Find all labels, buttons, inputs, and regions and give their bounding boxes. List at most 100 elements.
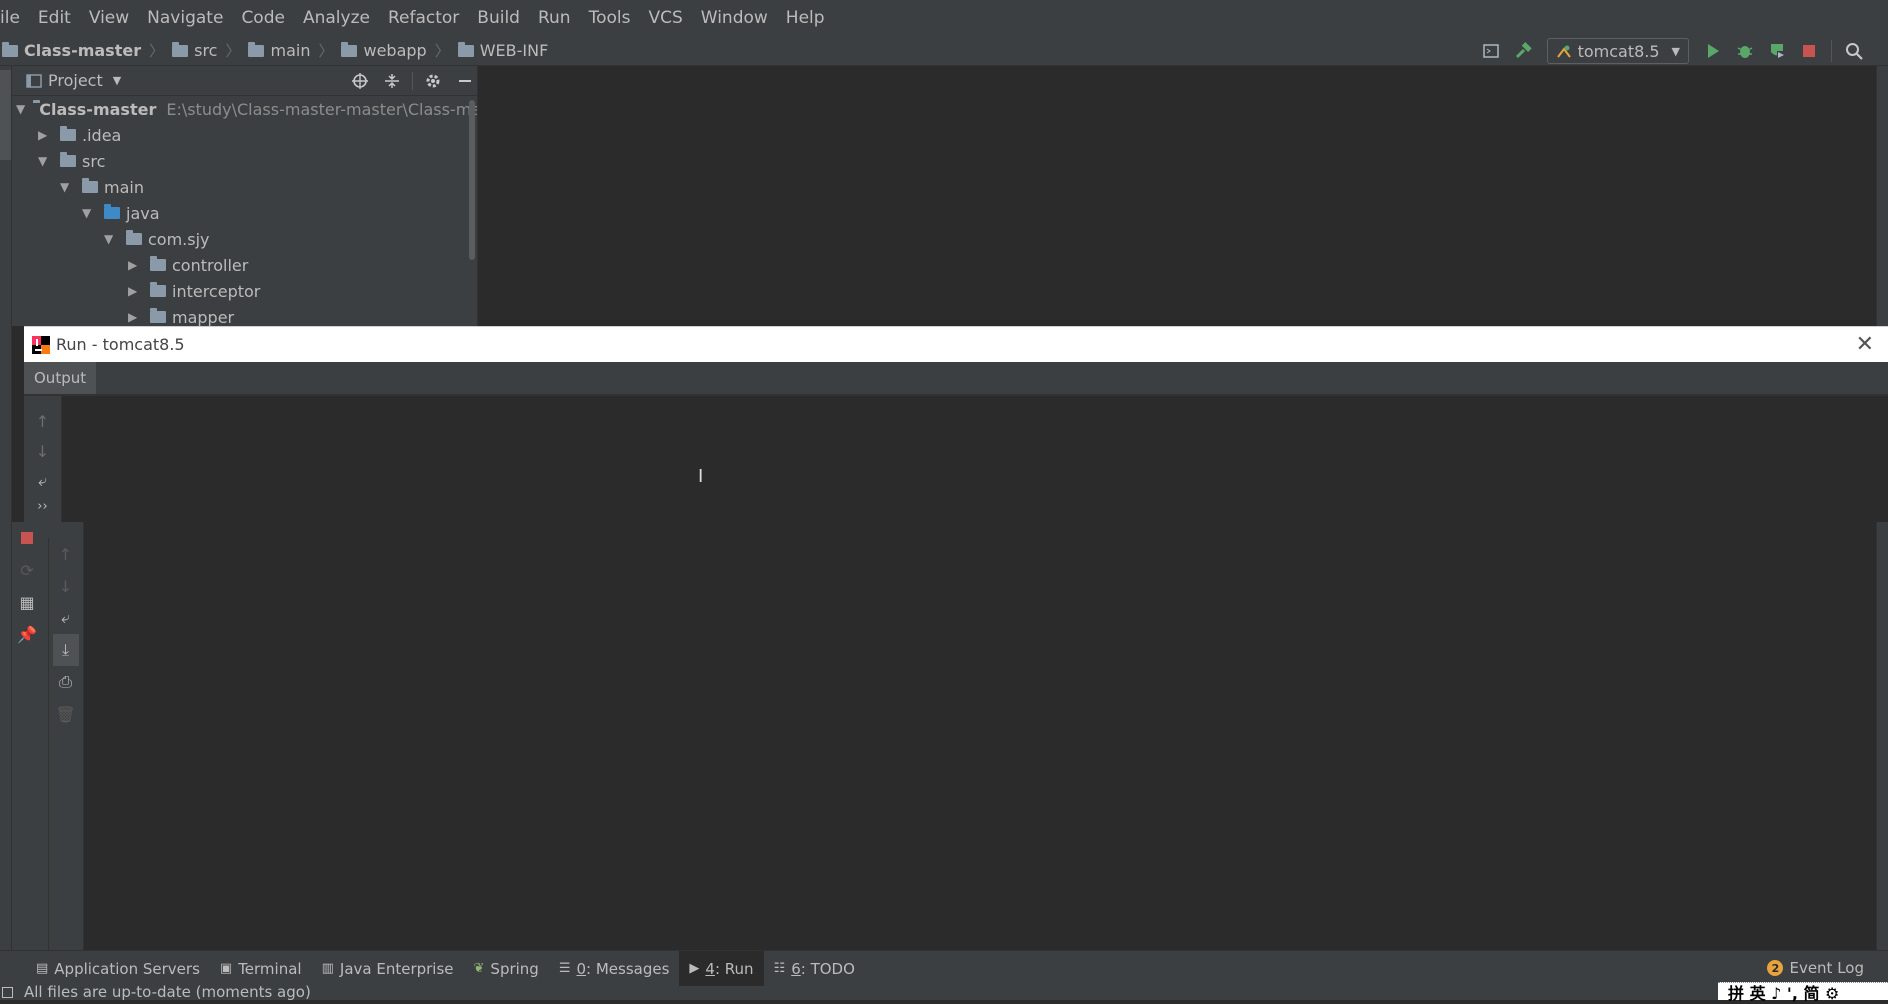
folder-icon [60,126,76,141]
breadcrumb-item-src[interactable]: src [172,41,217,60]
run-configuration-select[interactable]: tomcat8.5 ▼ [1546,38,1689,64]
stop-icon[interactable] [1798,40,1820,62]
menu-file[interactable]: ile [0,8,20,28]
tab-terminal[interactable]: ▣ Terminal [210,951,312,986]
tab-run[interactable]: ▶ 4: Run [679,951,764,986]
expand-arrow-icon[interactable]: ▼ [38,154,52,168]
close-icon[interactable]: ✕ [1856,332,1874,357]
expand-arrow-icon[interactable]: ▼ [60,180,74,194]
scroll-to-end-icon[interactable]: ⤓ [52,634,79,666]
more-icon[interactable]: ›› [37,496,47,516]
tab-messages[interactable]: ☰ 0: Messages [549,951,680,986]
todo-list-icon: ☷ [773,961,786,976]
menu-code[interactable]: Code [241,8,285,28]
arrow-up-icon[interactable]: ↑ [36,406,49,436]
messages-icon: ☰ [558,961,571,976]
menu-build[interactable]: Build [477,8,520,28]
package-icon [150,256,166,271]
database-tool-button[interactable] [1877,72,1888,162]
rerun-icon[interactable]: ⟳ [20,554,33,586]
tree-scrollbar[interactable] [469,100,475,260]
tab-java-enterprise[interactable]: ▥ Java Enterprise [312,951,464,986]
tab-application-servers[interactable]: ▤ Application Servers [26,951,210,986]
trash-icon[interactable]: 🗑 [55,698,75,730]
project-panel-actions [344,70,481,92]
menu-vcs[interactable]: VCS [648,8,682,28]
project-panel-title[interactable]: Project [48,71,103,90]
tab-output[interactable]: Output [24,362,97,394]
tree-item-com-sjy[interactable]: ▼ com.sjy [12,226,477,252]
run-window: Run - tomcat8.5 ✕ Output ↑ ↓ ⤶ ›› I [24,326,1888,522]
tree-item-idea[interactable]: ▶ .idea [12,122,477,148]
chevron-down-icon[interactable]: ▼ [113,74,121,87]
expand-arrow-icon[interactable]: ▼ [104,232,118,246]
breadcrumb-item-webapp[interactable]: webapp [341,41,427,60]
search-icon[interactable] [1843,40,1865,62]
tree-item-src[interactable]: ▼ src [12,148,477,174]
tree-item-java[interactable]: ▼ java [12,200,477,226]
editor-area[interactable] [478,66,1876,326]
expand-arrow-icon[interactable]: ▶ [128,258,142,272]
run-anything-icon[interactable] [1480,40,1502,62]
debug-icon[interactable] [1734,40,1756,62]
project-path: E:\study\Class-master-master\Class-maste… [166,99,477,119]
soft-wrap-icon[interactable]: ⤶ [38,466,47,496]
tab-todo[interactable]: ☷ 6: TODO [764,951,865,986]
soft-wrap-icon[interactable]: ⤶ [61,602,70,634]
project-tool-button[interactable] [0,70,11,160]
menu-navigate[interactable]: Navigate [147,8,223,28]
tree-item-main[interactable]: ▼ main [12,174,477,200]
web-tool-button[interactable] [0,766,11,816]
structure-tool-button[interactable] [0,836,11,926]
status-message: All files are up-to-date (moments ago) [24,983,311,1001]
tree-item-mapper[interactable]: ▶ mapper [12,304,477,327]
event-count-badge: 2 [1767,960,1784,976]
package-icon [150,282,166,297]
breadcrumb-item-project[interactable]: Class-master [2,41,141,60]
layout-icon[interactable]: ▦ [19,586,34,618]
pin-icon[interactable]: 📌 [17,618,37,650]
favorites-tool-button[interactable] [0,636,11,716]
expand-arrow-icon[interactable]: ▶ [128,310,142,324]
expand-arrow-icon[interactable]: ▼ [82,206,96,220]
menu-help[interactable]: Help [786,8,825,28]
tab-spring[interactable]: ❦ Spring [464,951,549,986]
print-icon[interactable]: ⎙ [59,666,72,698]
menu-analyze[interactable]: Analyze [303,8,370,28]
locate-icon[interactable] [349,70,371,92]
build-hammer-icon[interactable] [1512,40,1534,62]
tree-item-root[interactable]: ▼ Class-master E:\study\Class-master-mas… [12,96,477,122]
hide-panel-icon[interactable] [454,70,476,92]
maven-tool-button[interactable] [1877,186,1888,256]
menu-run[interactable]: Run [538,8,571,28]
run-window-titlebar[interactable]: Run - tomcat8.5 ✕ [24,326,1888,362]
expand-arrow-icon[interactable]: ▶ [128,284,142,298]
menu-tools[interactable]: Tools [589,8,631,28]
coverage-icon[interactable] [1766,40,1788,62]
menu-window[interactable]: Window [701,8,768,28]
expand-arrow-icon[interactable]: ▶ [38,128,52,142]
ime-toolbar[interactable]: 拼 英 ♪ ', 简 ⚙ [1718,982,1888,1003]
run-icon[interactable] [1702,40,1724,62]
expand-arrow-icon[interactable]: ▼ [16,102,25,116]
breadcrumb-separator: 〉 [434,42,450,60]
arrow-down-icon[interactable]: ↓ [36,436,49,466]
output-console[interactable]: ↑ ↓ ⤶ ›› I [24,396,1888,522]
toggle-tool-windows-icon[interactable] [2,987,13,998]
arrow-down-icon[interactable]: ↓ [59,570,72,602]
gear-icon[interactable] [422,70,444,92]
stop-icon[interactable] [20,522,34,554]
breadcrumb-item-main[interactable]: main [248,41,310,60]
web-folder-icon [341,41,358,57]
arrow-up-icon[interactable]: ↑ [59,538,72,570]
collapse-all-icon[interactable] [381,70,403,92]
tree-item-controller[interactable]: ▶ controller [12,252,477,278]
tree-item-interceptor[interactable]: ▶ interceptor [12,278,477,304]
menu-view[interactable]: View [89,8,129,28]
folder-icon [172,41,189,57]
menu-refactor[interactable]: Refactor [388,8,459,28]
breadcrumb-item-web-inf[interactable]: WEB-INF [457,41,548,60]
run-tool-window: ⟳ ▦ 📌 ↑ ↓ ⤶ ⤓ ⎙ 🗑 [12,522,1876,950]
project-panel-header: Project ▼ [12,66,477,96]
menu-edit[interactable]: Edit [38,8,71,28]
